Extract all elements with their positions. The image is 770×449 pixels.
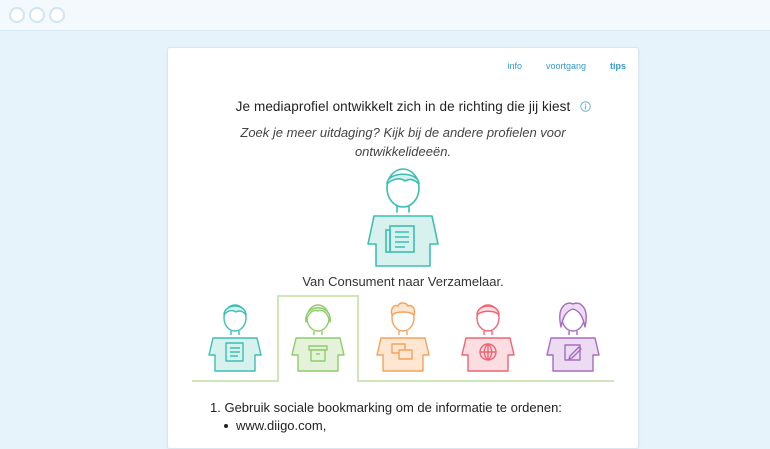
- profile-verzamelaar[interactable]: [291, 304, 345, 372]
- document-icon: [225, 342, 244, 362]
- window-minimize-control[interactable]: [29, 7, 45, 23]
- step-number: 1.: [210, 400, 221, 415]
- bullet-dot: [224, 424, 228, 428]
- box-icon: [308, 345, 328, 362]
- page-subtitle: Zoek je meer uitdaging? Kijk bij de ande…: [240, 125, 566, 159]
- profile-consument[interactable]: [208, 304, 262, 372]
- document-icon: [385, 225, 415, 253]
- nav-info-link[interactable]: info: [507, 61, 522, 71]
- profile-purple[interactable]: [546, 302, 600, 372]
- info-icon[interactable]: [580, 101, 591, 112]
- edit-icon: [564, 344, 582, 361]
- tips-list: 1. Gebruik sociale bookmarking om de inf…: [210, 400, 610, 433]
- profile-selector: [190, 295, 616, 385]
- profile-red[interactable]: [461, 304, 515, 372]
- window-maximize-control[interactable]: [49, 7, 65, 23]
- page-title: Je mediaprofiel ontwikkelt zich in de ri…: [235, 99, 571, 114]
- window-titlebar: [0, 0, 770, 31]
- profile-caption: Van Consument naar Verzamelaar.: [302, 274, 504, 289]
- profile-orange[interactable]: [376, 302, 430, 372]
- tips-step-1: 1. Gebruik sociale bookmarking om de inf…: [210, 400, 610, 415]
- profile-card: info voortgang tips Je mediaprofiel ontw…: [167, 47, 639, 449]
- nav-progress-link[interactable]: voortgang: [546, 61, 586, 71]
- bookmark-link[interactable]: www.diigo.com,: [236, 418, 326, 433]
- current-profile-avatar: [367, 168, 439, 267]
- globe-icon: [479, 343, 497, 361]
- window-close-control[interactable]: [9, 7, 25, 23]
- step-text: Gebruik sociale bookmarking om de inform…: [224, 400, 562, 415]
- nav-tips-link[interactable]: tips: [610, 61, 626, 71]
- tips-link-item: www.diigo.com,: [210, 418, 610, 433]
